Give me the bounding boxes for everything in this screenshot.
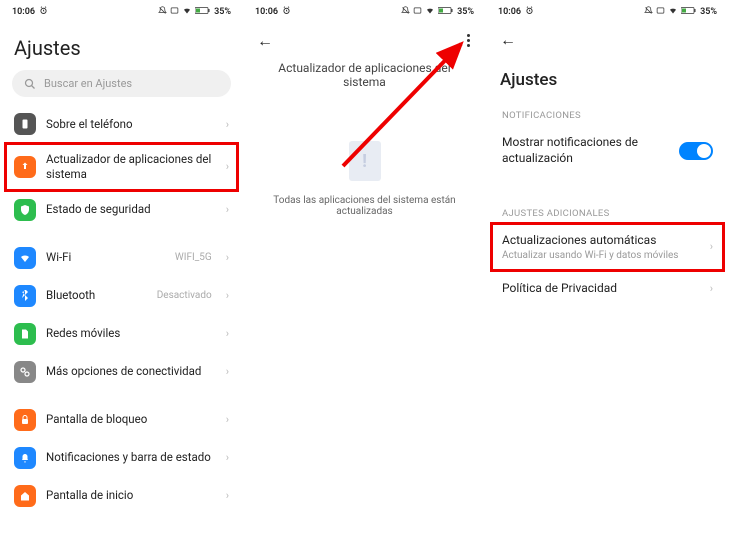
section-label-additional: AJUSTES ADICIONALES bbox=[486, 198, 729, 223]
setting-show-notifications[interactable]: Mostrar notificaciones de actualización bbox=[486, 125, 729, 176]
item-security-status[interactable]: Estado de seguridad › bbox=[0, 191, 243, 229]
search-input[interactable]: Buscar en Ajustes bbox=[12, 70, 231, 97]
alarm-icon bbox=[282, 6, 291, 18]
status-time: 10:06 bbox=[12, 7, 35, 17]
search-icon bbox=[24, 78, 36, 90]
lock-icon bbox=[14, 409, 36, 431]
status-bar: 10:06 35% bbox=[0, 0, 243, 22]
phone-icon bbox=[14, 113, 36, 135]
chevron-right-icon: › bbox=[226, 289, 229, 302]
item-lock-screen[interactable]: Pantalla de bloqueo › bbox=[0, 401, 243, 439]
document-icon: ! bbox=[349, 141, 381, 181]
item-mobile-networks[interactable]: Redes móviles › bbox=[0, 315, 243, 353]
bluetooth-icon bbox=[14, 285, 36, 307]
screen-updater-settings: 10:06 35% ← Ajustes NOTIFICACIONES Mostr… bbox=[486, 0, 729, 540]
dnd-icon bbox=[401, 6, 410, 18]
chevron-right-icon: › bbox=[226, 251, 229, 264]
shield-icon bbox=[14, 199, 36, 221]
wifi-icon bbox=[668, 6, 678, 18]
sim-icon bbox=[14, 323, 36, 345]
page-title: Ajustes bbox=[486, 58, 729, 100]
battery-percent: 35% bbox=[457, 7, 474, 17]
back-button[interactable]: ← bbox=[257, 31, 273, 51]
chevron-right-icon: › bbox=[226, 327, 229, 340]
battery-icon bbox=[681, 6, 697, 18]
toggle-switch-on[interactable] bbox=[679, 142, 713, 160]
overflow-menu-button[interactable] bbox=[465, 30, 472, 51]
bell-icon bbox=[14, 447, 36, 469]
battery-percent: 35% bbox=[214, 7, 231, 17]
update-status-message: Todas las aplicaciones del sistema están… bbox=[243, 195, 486, 217]
screenshot-icon bbox=[413, 6, 422, 18]
status-time: 10:06 bbox=[498, 7, 521, 17]
header-row: ← bbox=[486, 22, 729, 58]
chevron-right-icon: › bbox=[226, 451, 229, 464]
screen-settings-main: 10:06 35% Ajustes Buscar en Ajustes Sobr… bbox=[0, 0, 243, 540]
chevron-right-icon: › bbox=[710, 240, 713, 253]
status-bar: 10:06 35% bbox=[243, 0, 486, 22]
screenshot-icon bbox=[656, 6, 665, 18]
page-title: Ajustes bbox=[0, 22, 243, 70]
item-about-phone[interactable]: Sobre el teléfono › bbox=[0, 105, 243, 143]
alarm-icon bbox=[39, 6, 48, 18]
dnd-icon bbox=[644, 6, 653, 18]
setting-privacy-policy[interactable]: Política de Privacidad › bbox=[486, 271, 729, 307]
header-row: ← bbox=[243, 22, 486, 59]
chevron-right-icon: › bbox=[226, 203, 229, 216]
item-system-updater[interactable]: Actualizador de aplicaciones del sistema… bbox=[0, 143, 243, 191]
wifi-icon bbox=[425, 6, 435, 18]
item-bluetooth[interactable]: Bluetooth Desactivado › bbox=[0, 277, 243, 315]
chevron-right-icon: › bbox=[226, 118, 229, 131]
battery-percent: 35% bbox=[700, 7, 717, 17]
item-home-screen[interactable]: Pantalla de inicio › bbox=[0, 477, 243, 515]
battery-icon bbox=[195, 6, 211, 18]
home-icon bbox=[14, 485, 36, 507]
back-button[interactable]: ← bbox=[500, 30, 516, 50]
section-label-notifications: NOTIFICACIONES bbox=[486, 100, 729, 125]
item-notifications-statusbar[interactable]: Notificaciones y barra de estado › bbox=[0, 439, 243, 477]
wifi-icon bbox=[182, 6, 192, 18]
search-placeholder: Buscar en Ajustes bbox=[44, 77, 132, 90]
link-icon bbox=[14, 361, 36, 383]
setting-auto-updates[interactable]: Actualizaciones automáticas Actualizar u… bbox=[486, 223, 729, 271]
item-wifi[interactable]: Wi-Fi WIFI_5G › bbox=[0, 239, 243, 277]
screen-system-updater: 10:06 35% ← Actualizador de aplicaciones… bbox=[243, 0, 486, 540]
wifi-icon bbox=[14, 247, 36, 269]
item-more-connectivity[interactable]: Más opciones de conectividad › bbox=[0, 353, 243, 391]
dnd-icon bbox=[158, 6, 167, 18]
battery-icon bbox=[438, 6, 454, 18]
chevron-right-icon: › bbox=[226, 489, 229, 502]
chevron-right-icon: › bbox=[226, 160, 229, 173]
chevron-right-icon: › bbox=[226, 413, 229, 426]
alarm-icon bbox=[525, 6, 534, 18]
page-subheader: Actualizador de aplicaciones del sistema bbox=[243, 59, 486, 101]
status-bar: 10:06 35% bbox=[486, 0, 729, 22]
chevron-right-icon: › bbox=[226, 365, 229, 378]
chevron-right-icon: › bbox=[710, 282, 713, 295]
update-icon bbox=[14, 156, 36, 178]
screenshot-icon bbox=[170, 6, 179, 18]
status-time: 10:06 bbox=[255, 7, 278, 17]
